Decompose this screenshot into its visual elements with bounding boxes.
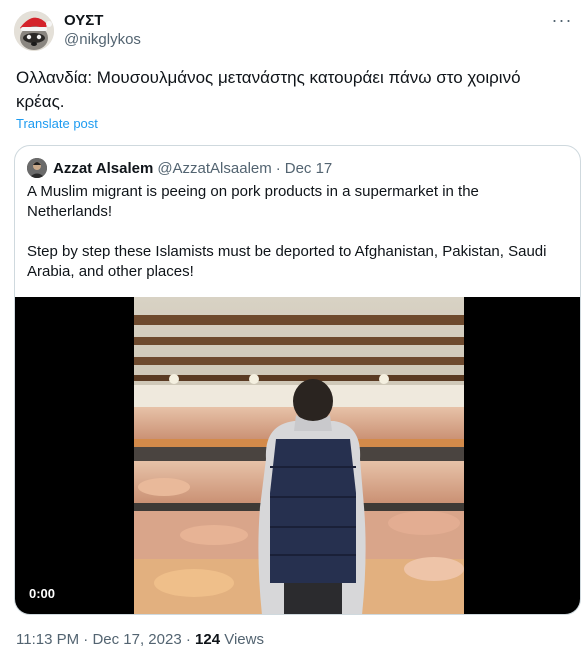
video-player[interactable]: 0:00	[15, 297, 580, 614]
quoted-author-avatar[interactable]	[27, 158, 47, 178]
tweet-metadata: 11:13 PM · Dec 17, 2023 · 124 Views	[16, 631, 264, 648]
person-avatar-icon	[27, 158, 47, 178]
author-handle[interactable]: @nikglykos	[64, 30, 141, 50]
supermarket-scene-thumbnail	[134, 297, 464, 614]
ellipsis-icon: ···	[551, 9, 573, 30]
author-display-name[interactable]: ΟΥΣΤ	[64, 12, 141, 30]
video-frame	[134, 297, 464, 614]
header-separator: ·	[275, 159, 281, 177]
views-count[interactable]: 124	[195, 631, 220, 648]
footer-separator-2: ·	[185, 631, 191, 648]
translate-post-link[interactable]: Translate post	[16, 116, 98, 131]
post-date[interactable]: Dec 17, 2023	[92, 631, 181, 648]
video-timestamp: 0:00	[29, 586, 56, 601]
quoted-paragraph-2: Step by step these Islamists must be dep…	[27, 243, 547, 280]
tweet-text: Ολλανδία: Μουσουλμάνος μετανάστης κατουρ…	[16, 68, 521, 111]
quoted-author-name[interactable]: Azzat Alsalem	[53, 160, 153, 177]
quoted-tweet[interactable]: Azzat Alsalem @AzzatAlsaalem · Dec 17 A …	[14, 145, 581, 615]
quoted-tweet-text: A Muslim migrant is peeing on pork produ…	[27, 182, 567, 302]
more-options-button[interactable]: ···	[550, 10, 574, 30]
author-avatar[interactable]	[14, 11, 54, 51]
quoted-tweet-header: Azzat Alsalem @AzzatAlsaalem · Dec 17	[27, 158, 332, 178]
tweet-author[interactable]: ΟΥΣΤ @nikglykos	[14, 10, 141, 52]
quoted-author-handle[interactable]: @AzzatAlsaalem	[157, 160, 271, 177]
quoted-tweet-date[interactable]: Dec 17	[285, 160, 333, 177]
post-time[interactable]: 11:13 PM	[16, 631, 79, 648]
raccoon-santa-hat-icon	[14, 11, 54, 51]
views-label[interactable]: Views	[224, 631, 264, 648]
footer-separator-1: ·	[83, 631, 89, 648]
quoted-paragraph-1: A Muslim migrant is peeing on pork produ…	[27, 183, 479, 220]
